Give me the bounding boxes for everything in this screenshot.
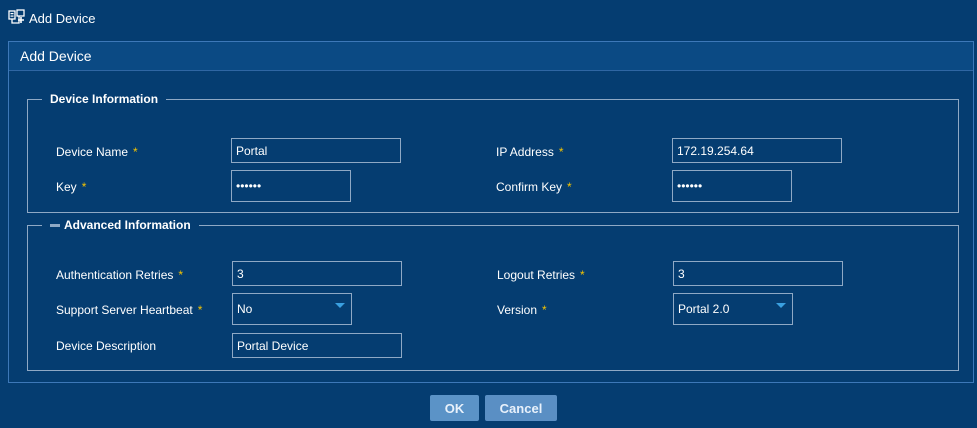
ok-button[interactable]: OK bbox=[430, 395, 479, 421]
required-mark: * bbox=[133, 145, 138, 159]
heartbeat-label: Support Server Heartbeat * bbox=[56, 303, 203, 317]
device-information-group: Device Information Device Name* IP Addre… bbox=[27, 92, 959, 213]
confirm-key-input[interactable] bbox=[672, 170, 792, 202]
ip-address-input[interactable] bbox=[672, 138, 842, 163]
dropdown-arrow-icon[interactable] bbox=[776, 303, 786, 308]
dialog-header: Add Device bbox=[8, 8, 95, 28]
device-information-legend: Device Information bbox=[50, 92, 159, 106]
key-label: Key * bbox=[56, 180, 87, 194]
dialog-title: Add Device bbox=[29, 10, 96, 26]
auth-retries-input[interactable] bbox=[232, 261, 402, 286]
required-mark: * bbox=[178, 268, 184, 282]
required-mark: * bbox=[542, 303, 547, 317]
collapse-icon[interactable] bbox=[50, 224, 60, 228]
auth-retries-label: Authentication Retries * bbox=[56, 268, 184, 282]
key-input[interactable] bbox=[231, 170, 351, 202]
device-name-label: Device Name * bbox=[56, 145, 138, 159]
panel-title: Add Device bbox=[9, 42, 973, 71]
ip-address-label: IP Address * bbox=[496, 145, 564, 159]
cancel-button[interactable]: Cancel bbox=[485, 395, 557, 421]
logout-retries-input[interactable] bbox=[673, 261, 843, 286]
required-mark: * bbox=[81, 180, 87, 194]
device-add-icon bbox=[8, 9, 25, 24]
heartbeat-select[interactable]: No bbox=[232, 293, 352, 325]
required-mark: * bbox=[197, 303, 203, 317]
confirm-key-label: Confirm Key * bbox=[496, 180, 572, 194]
device-name-input[interactable] bbox=[231, 138, 401, 163]
version-selected-value: Portal 2.0 bbox=[678, 302, 730, 316]
logout-retries-label: Logout Retries * bbox=[497, 268, 585, 282]
advanced-information-group: Advanced Information Authentication Retr… bbox=[27, 218, 959, 371]
version-label: Version * bbox=[497, 303, 547, 317]
description-label: Device Description bbox=[56, 339, 157, 353]
advanced-information-legend[interactable]: Advanced Information bbox=[42, 218, 199, 232]
version-select[interactable]: Portal 2.0 bbox=[673, 293, 793, 325]
device-description-input[interactable] bbox=[232, 333, 402, 358]
dropdown-arrow-icon[interactable] bbox=[335, 303, 345, 308]
required-mark: * bbox=[567, 180, 572, 194]
heartbeat-selected-value: No bbox=[237, 302, 253, 316]
add-device-panel: Add Device Device Information Device Nam… bbox=[8, 41, 974, 383]
required-mark: * bbox=[580, 268, 585, 282]
required-mark: * bbox=[558, 145, 564, 159]
